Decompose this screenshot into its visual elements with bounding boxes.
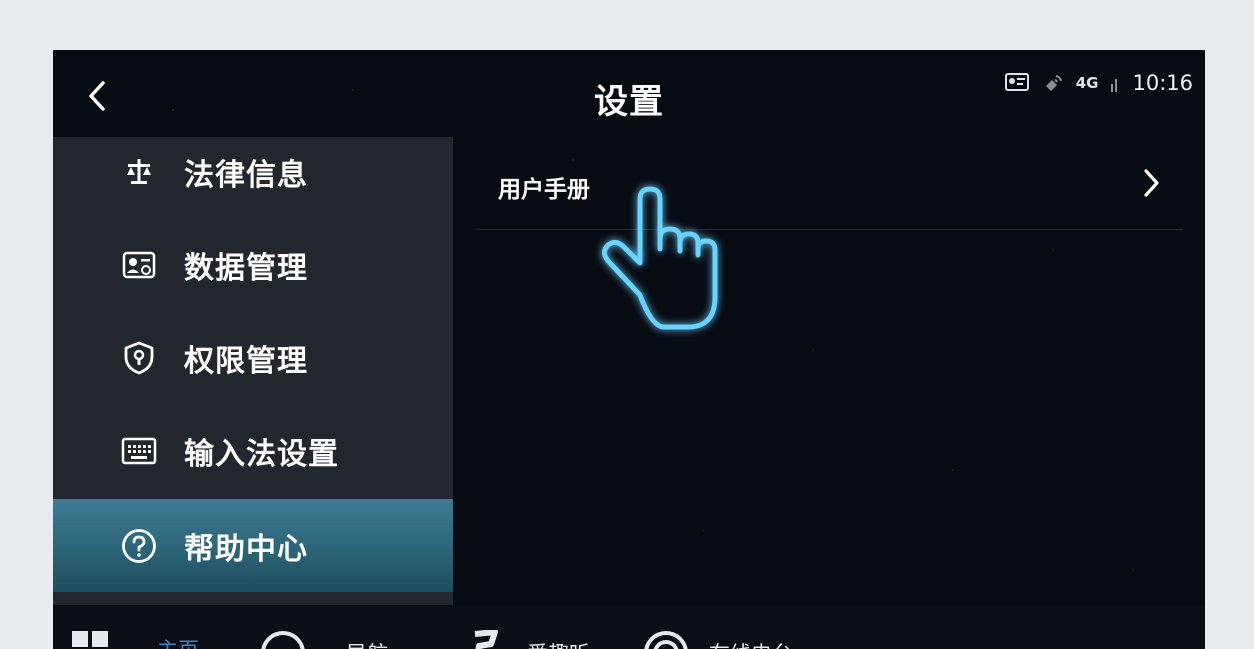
settings-sidebar: 法律信息 数据管理 权限管理 输入法设置 帮助中心 (53, 137, 453, 649)
header: 设置 4G 10:16 (53, 50, 1205, 137)
clock: 10:16 (1132, 71, 1193, 95)
data-card-icon (121, 247, 157, 283)
dock-item-home[interactable]: 主页 (71, 630, 199, 649)
sidebar-item-label: 法律信息 (184, 157, 308, 193)
dock-item-music[interactable]: 爱趣听 (461, 630, 590, 649)
satellite-icon (1045, 75, 1062, 91)
sidebar-item-label: 输入法设置 (184, 436, 339, 472)
dock-item-navigation[interactable]: 导航 (260, 630, 388, 649)
dock-item-label: 爱趣听 (527, 638, 590, 649)
user-manual-label: 用户手册 (498, 177, 590, 203)
dock-item-label: 导航 (346, 638, 388, 649)
shield-icon (121, 340, 157, 376)
navigation-icon (261, 631, 305, 649)
help-circle-icon (121, 528, 157, 564)
sidebar-item-input-method[interactable]: 输入法设置 (53, 404, 453, 497)
help-center-panel: 用户手册 (453, 137, 1205, 649)
chevron-right-icon (1144, 169, 1159, 197)
sidebar-item-legal-info[interactable]: 法律信息 (53, 125, 453, 218)
radio-icon (644, 631, 688, 649)
keyboard-icon (121, 433, 157, 469)
head-unit-screen: 设置 4G 10:16 法律信息 数据管理 权限管理 输入法设置 帮助中心 用户… (53, 50, 1205, 649)
sidebar-item-permissions[interactable]: 权限管理 (53, 311, 453, 404)
sidebar-item-label: 帮助中心 (184, 531, 308, 567)
apps-grid-icon (72, 631, 108, 647)
id-card-icon (1004, 73, 1029, 91)
scale-icon (121, 154, 157, 190)
bottom-dock: 主页 导航 爱趣听 在线电台 (53, 605, 1205, 649)
sidebar-item-help-center[interactable]: 帮助中心 (53, 499, 453, 592)
dock-item-label: 主页 (157, 634, 199, 649)
sidebar-item-label: 数据管理 (184, 250, 308, 286)
network-indicator: 4G (1075, 74, 1099, 92)
music-icon (474, 630, 498, 649)
signal-strength-icon (1111, 79, 1118, 92)
tap-hand-icon (602, 186, 718, 330)
sidebar-item-data-management[interactable]: 数据管理 (53, 218, 453, 311)
sidebar-item-label: 权限管理 (184, 343, 308, 379)
dock-item-label: 在线电台 (709, 638, 793, 649)
dock-item-radio[interactable]: 在线电台 (643, 630, 793, 649)
user-manual-row[interactable]: 用户手册 (476, 137, 1183, 230)
status-bar: 4G 10:16 (1004, 70, 1193, 96)
